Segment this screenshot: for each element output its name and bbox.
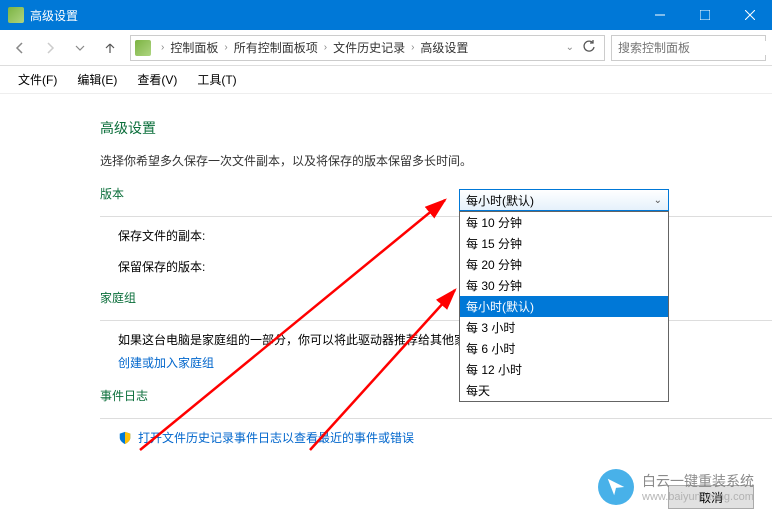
maximize-button[interactable] [682, 0, 727, 30]
dropdown-option[interactable]: 每 6 小时 [460, 338, 668, 359]
title-bar: 高级设置 [0, 0, 772, 30]
back-button[interactable] [6, 34, 34, 62]
breadcrumb-item[interactable]: 所有控制面板项 [232, 39, 320, 56]
menu-edit[interactable]: 编辑(E) [69, 67, 125, 92]
save-copy-label: 保存文件的副本: [100, 227, 440, 244]
search-box[interactable] [611, 35, 766, 61]
folder-icon [135, 40, 151, 56]
up-button[interactable] [96, 34, 124, 62]
breadcrumb-item[interactable]: 控制面板 [168, 39, 220, 56]
chevron-right-icon[interactable]: › [157, 42, 168, 53]
event-log-link[interactable]: 打开文件历史记录事件日志以查看最近的事件或错误 [138, 429, 414, 446]
chevron-down-icon[interactable]: ⌄ [566, 42, 574, 53]
homegroup-text: 如果这台电脑是家庭组的一部分，你可以将此驱动器推荐给其他家庭 [100, 331, 772, 348]
dropdown-selected[interactable]: 每小时(默认) ⌄ [459, 189, 669, 211]
minimize-button[interactable] [637, 0, 682, 30]
menu-view[interactable]: 查看(V) [129, 67, 185, 92]
close-button[interactable] [727, 0, 772, 30]
keep-version-label: 保留保存的版本: [100, 258, 440, 275]
dropdown-option[interactable]: 每 30 分钟 [460, 275, 668, 296]
watermark-icon [598, 469, 634, 505]
breadcrumb-item[interactable]: 文件历史记录 [331, 39, 407, 56]
nav-bar: › 控制面板 › 所有控制面板项 › 文件历史记录 › 高级设置 ⌄ [0, 30, 772, 66]
dropdown-option[interactable]: 每 15 分钟 [460, 233, 668, 254]
page-description: 选择你希望多久保存一次文件副本，以及将保存的版本保留多长时间。 [100, 152, 772, 169]
dropdown-list: 每 10 分钟 每 15 分钟 每 20 分钟 每 30 分钟 每小时(默认) … [459, 211, 669, 402]
window-title: 高级设置 [30, 7, 78, 24]
dropdown-option[interactable]: 每天 [460, 380, 668, 401]
app-icon [8, 7, 24, 23]
breadcrumb-item[interactable]: 高级设置 [418, 39, 470, 56]
forward-button[interactable] [36, 34, 64, 62]
dropdown-option-selected[interactable]: 每小时(默认) [460, 296, 668, 317]
search-input[interactable] [618, 41, 772, 55]
dropdown-option[interactable]: 每 12 小时 [460, 359, 668, 380]
chevron-down-icon: ⌄ [654, 195, 662, 206]
dropdown-option[interactable]: 每 20 分钟 [460, 254, 668, 275]
menu-tools[interactable]: 工具(T) [189, 67, 244, 92]
chevron-right-icon[interactable]: › [320, 42, 331, 53]
shield-icon [118, 431, 132, 445]
refresh-icon[interactable] [582, 39, 596, 56]
watermark-line1: 白云一键重装系统 [642, 471, 754, 491]
dropdown-option[interactable]: 每 10 分钟 [460, 212, 668, 233]
breadcrumb[interactable]: › 控制面板 › 所有控制面板项 › 文件历史记录 › 高级设置 ⌄ [130, 35, 605, 61]
watermark: 白云一键重装系统 www.baiyunxitong.com [598, 469, 754, 505]
watermark-line2: www.baiyunxitong.com [642, 491, 754, 503]
section-log-title: 事件日志 [100, 387, 772, 404]
save-frequency-dropdown[interactable]: 每小时(默认) ⌄ 每 10 分钟 每 15 分钟 每 20 分钟 每 30 分… [459, 189, 669, 402]
homegroup-link[interactable]: 创建或加入家庭组 [100, 354, 214, 371]
dropdown-selected-text: 每小时(默认) [466, 192, 534, 209]
page-title: 高级设置 [100, 118, 772, 138]
menu-file[interactable]: 文件(F) [10, 67, 65, 92]
chevron-right-icon[interactable]: › [220, 42, 231, 53]
chevron-right-icon[interactable]: › [407, 42, 418, 53]
recent-button[interactable] [66, 34, 94, 62]
dropdown-option[interactable]: 每 3 小时 [460, 317, 668, 338]
section-version-title: 版本 [100, 185, 772, 202]
section-homegroup-title: 家庭组 [100, 289, 772, 306]
menu-bar: 文件(F) 编辑(E) 查看(V) 工具(T) [0, 66, 772, 94]
